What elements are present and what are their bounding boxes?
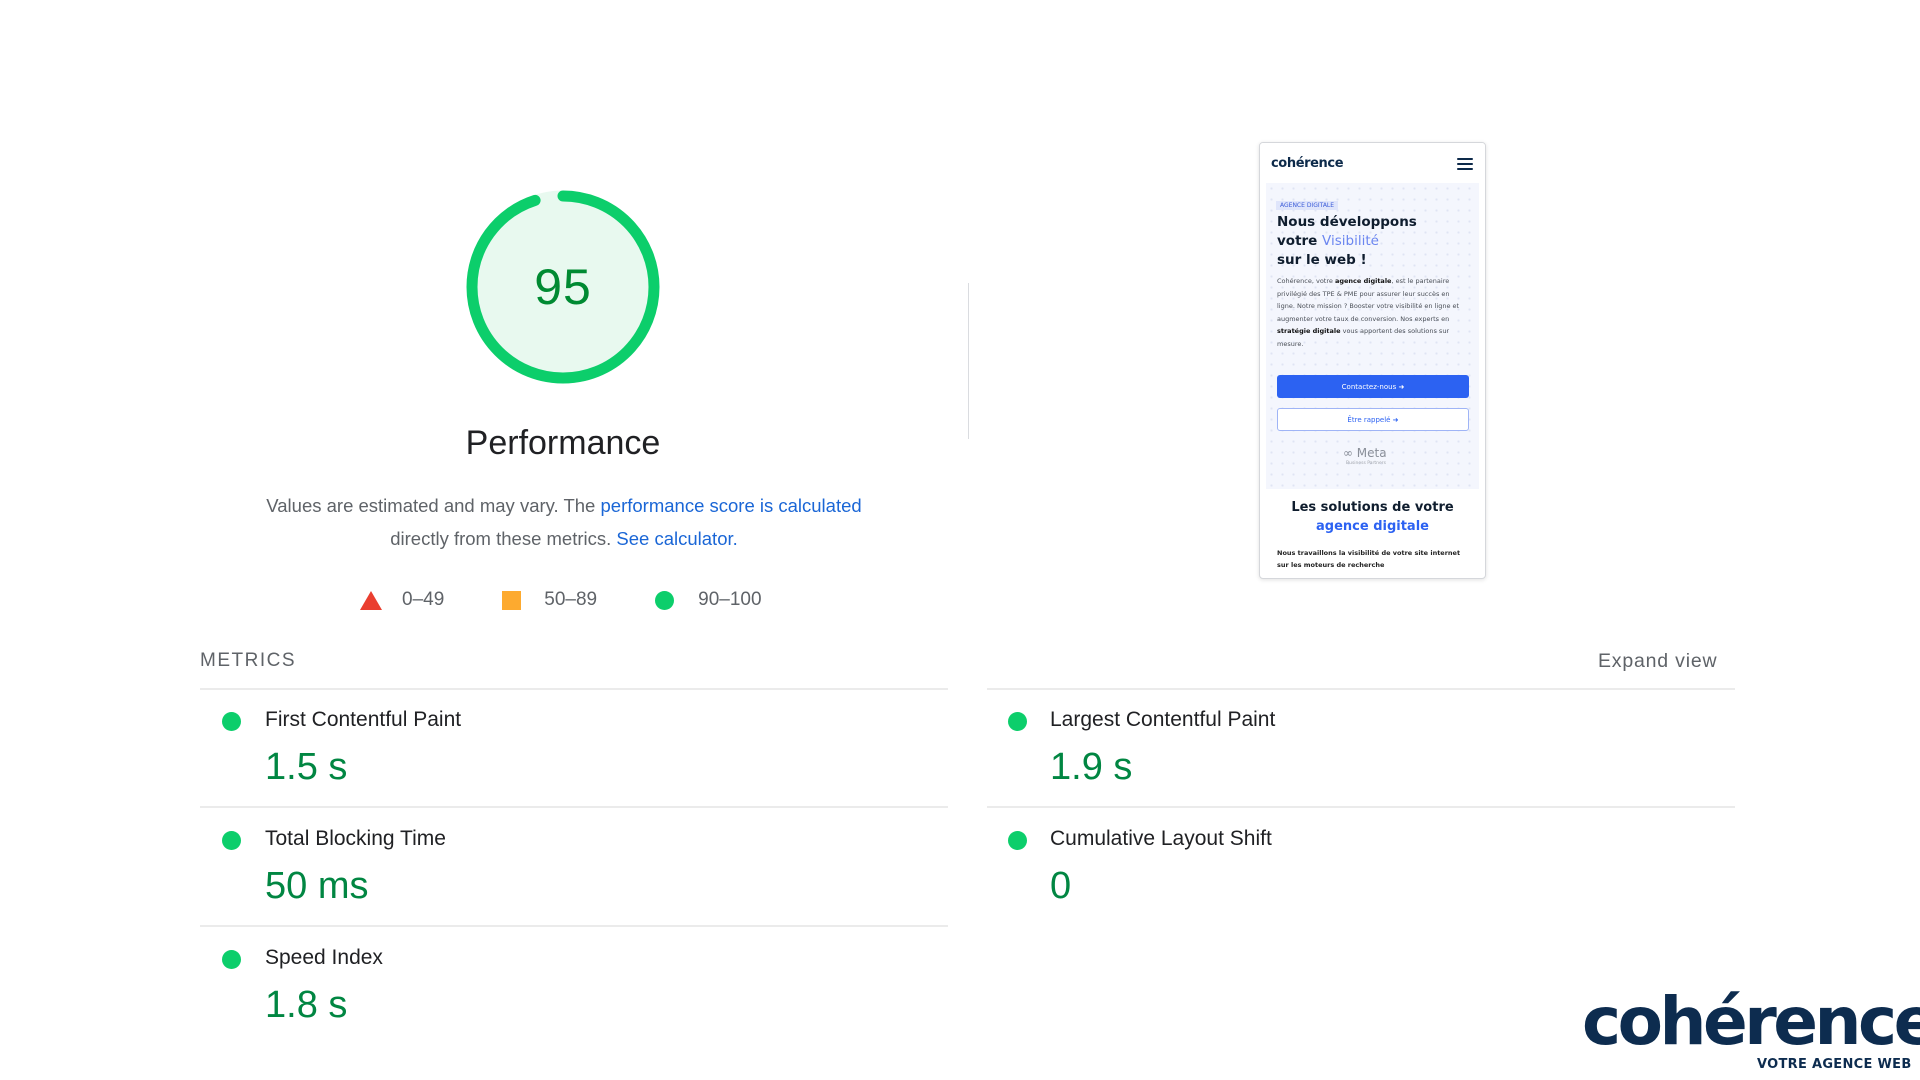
brand-tagline: VOTRE AGENCE WEB (1757, 1057, 1912, 1072)
performance-score-link[interactable]: performance score is calculated (601, 495, 862, 516)
metric-value-tbt: 50 ms (265, 865, 369, 907)
triangle-icon (360, 590, 382, 610)
performance-score: 95 (534, 259, 592, 315)
metrics-divider (200, 688, 948, 690)
metrics-divider (200, 925, 948, 927)
solutions-title-line-2: agence digitale (1316, 519, 1429, 534)
description-text-1: Values are estimated and may vary. The (266, 495, 601, 516)
score-description: Values are estimated and may vary. The p… (235, 489, 893, 555)
paragraph-part: Cohérence, votre (1277, 277, 1335, 285)
legend-range-average: 50–89 (544, 589, 598, 610)
expand-view-button[interactable]: Expand view (1598, 650, 1717, 673)
paragraph-bold: agence digitale (1334, 277, 1392, 285)
legend-range-fail: 0–49 (402, 589, 445, 610)
metric-value-fcp: 1.5 s (265, 746, 348, 788)
pass-status-icon (222, 831, 241, 850)
description-text-2: directly from these metrics. (390, 528, 617, 549)
heading-line-2a: votre (1277, 233, 1323, 249)
thumbnail-paragraph: Cohérence, votre agence digitale, est le… (1277, 275, 1467, 350)
metric-value-speed-index: 1.8 s (265, 984, 348, 1026)
heading-line-3: sur le web ! (1277, 252, 1367, 268)
metric-label-fcp: First Contentful Paint (265, 708, 462, 731)
hamburger-icon (1457, 158, 1473, 170)
thumbnail-solutions-title: Les solutions de votre agence digitale (1266, 498, 1479, 536)
legend-item-pass: 90–100 (655, 589, 762, 611)
see-calculator-link[interactable]: See calculator. (616, 528, 737, 549)
metric-label-cls: Cumulative Layout Shift (1050, 827, 1272, 850)
thumbnail-badge: AGENCE DIGITALE (1276, 201, 1339, 210)
pass-status-icon (222, 950, 241, 969)
pass-status-icon (1008, 712, 1027, 731)
thumbnail-contact-button: Contactez-nous ➜ (1277, 375, 1469, 398)
vertical-divider (968, 283, 969, 439)
metric-label-speed-index: Speed Index (265, 946, 383, 969)
heading-line-2b: Visibilité (1322, 233, 1379, 249)
legend-range-pass: 90–100 (698, 589, 762, 610)
thumbnail-header: cohérence (1260, 143, 1485, 181)
pass-status-icon (1008, 831, 1027, 850)
metric-label-tbt: Total Blocking Time (265, 827, 446, 850)
legend-item-fail: 0–49 (360, 589, 444, 611)
pass-status-icon (222, 712, 241, 731)
meta-logo: ∞ Meta (1343, 446, 1387, 460)
metrics-divider (987, 806, 1735, 808)
heading-line-1: Nous développons (1277, 214, 1417, 230)
thumbnail-logo: cohérence (1271, 156, 1344, 171)
brand-logo: cohérence (1582, 983, 1920, 1060)
square-icon (502, 590, 522, 610)
circle-icon (655, 590, 675, 610)
thumbnail-small-text: Nous travaillons la visibilité de votre … (1277, 549, 1461, 569)
metric-value-lcp: 1.9 s (1050, 746, 1133, 788)
legend-item-average: 50–89 (502, 589, 597, 611)
metrics-heading: METRICS (200, 650, 296, 671)
page-screenshot-thumbnail[interactable]: cohérence AGENCE DIGITALE Nous développo… (1259, 142, 1486, 579)
paragraph-bold: stratégie digitale (1277, 327, 1341, 335)
performance-gauge: 95 (460, 184, 666, 390)
metrics-divider (987, 688, 1735, 690)
metrics-divider (200, 806, 948, 808)
meta-subtitle: Business Partners (1346, 461, 1386, 466)
metric-label-lcp: Largest Contentful Paint (1050, 708, 1276, 731)
metric-value-cls: 0 (1050, 865, 1072, 907)
score-legend: 0–49 50–89 90–100 (360, 585, 762, 615)
solutions-title-line-1: Les solutions de votre (1291, 500, 1454, 515)
thumbnail-heading: Nous développons votre Visibilité sur le… (1277, 213, 1467, 270)
performance-title: Performance (465, 424, 661, 462)
thumbnail-callback-button: Être rappelé ➜ (1277, 408, 1469, 431)
